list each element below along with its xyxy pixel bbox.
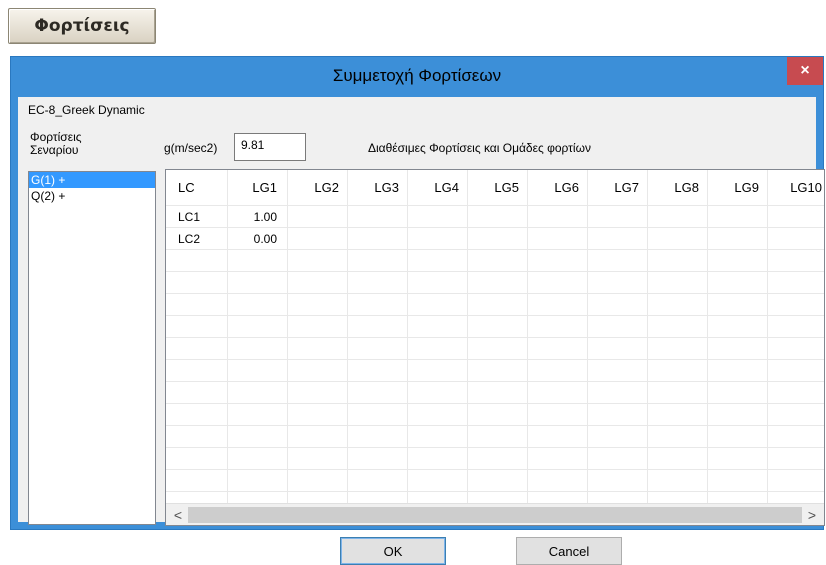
empty-grid-row [166, 404, 824, 426]
empty-grid-row [166, 448, 824, 470]
dialog-client-area: EC-8_Greek Dynamic Φορτίσεις Σεναρίου g(… [18, 97, 825, 565]
table-cell[interactable] [468, 206, 528, 227]
grid-line [587, 250, 588, 504]
table-cell[interactable]: LC2 [166, 228, 228, 249]
scenario-loads-label: Φορτίσεις Σεναρίου [30, 130, 82, 157]
table-cell[interactable] [588, 206, 648, 227]
grid-line [707, 250, 708, 504]
column-header-lg7[interactable]: LG7 [588, 170, 648, 205]
table-row[interactable]: LC2 0.00 [166, 228, 824, 250]
column-header-lg4[interactable]: LG4 [408, 170, 468, 205]
table-cell[interactable] [648, 228, 708, 249]
loads-button[interactable]: Φορτίσεις [8, 8, 156, 44]
table-cell[interactable] [768, 228, 824, 249]
table-cell[interactable] [348, 206, 408, 227]
empty-grid-row [166, 360, 824, 382]
scenario-loads-list[interactable]: G(1) + Q(2) + [28, 171, 156, 525]
grid-line [347, 250, 348, 504]
empty-grid-row [166, 272, 824, 294]
table-row[interactable]: LC1 1.00 [166, 206, 824, 228]
column-header-lg6[interactable]: LG6 [528, 170, 588, 205]
column-header-lc[interactable]: LC [166, 170, 228, 205]
list-item[interactable]: G(1) + [29, 172, 155, 188]
close-icon: × [800, 62, 810, 79]
table-cell[interactable] [648, 206, 708, 227]
table-cell[interactable] [408, 206, 468, 227]
empty-grid-row [166, 426, 824, 448]
grid-line [527, 250, 528, 504]
load-groups-grid[interactable]: LC LG1 LG2 LG3 LG4 LG5 LG6 LG7 LG8 LG9 L… [165, 169, 825, 526]
empty-grid-row [166, 250, 824, 272]
empty-grid-row [166, 294, 824, 316]
table-cell[interactable] [408, 228, 468, 249]
column-header-lg5[interactable]: LG5 [468, 170, 528, 205]
table-cell[interactable] [348, 228, 408, 249]
column-header-lg10[interactable]: LG10 [768, 170, 824, 205]
empty-grid-row [166, 316, 824, 338]
scenario-name: EC-8_Greek Dynamic [28, 103, 145, 117]
table-cell[interactable] [588, 228, 648, 249]
available-loads-label: Διαθέσιμες Φορτίσεις και Ομάδες φορτίων [368, 141, 591, 155]
list-item[interactable]: Q(2) + [29, 188, 155, 204]
column-header-lg9[interactable]: LG9 [708, 170, 768, 205]
table-cell[interactable] [708, 228, 768, 249]
scroll-right-icon[interactable]: > [802, 504, 822, 525]
close-button[interactable]: × [787, 57, 823, 85]
grid-line [407, 250, 408, 504]
grid-line [287, 250, 288, 504]
scroll-left-icon[interactable]: < [168, 504, 188, 525]
horizontal-scrollbar[interactable]: < > [166, 503, 824, 525]
table-cell[interactable] [528, 228, 588, 249]
grid-line [767, 250, 768, 504]
table-cell[interactable]: 0.00 [228, 228, 288, 249]
column-header-lg8[interactable]: LG8 [648, 170, 708, 205]
table-cell[interactable] [468, 228, 528, 249]
table-cell[interactable] [288, 206, 348, 227]
table-cell[interactable] [768, 206, 824, 227]
table-cell[interactable]: 1.00 [228, 206, 288, 227]
empty-grid-row [166, 338, 824, 360]
table-cell[interactable] [528, 206, 588, 227]
empty-grid-row [166, 470, 824, 492]
grid-line [227, 250, 228, 504]
ok-button[interactable]: OK [340, 537, 446, 565]
column-header-lg2[interactable]: LG2 [288, 170, 348, 205]
grid-line [467, 250, 468, 504]
gravity-label: g(m/sec2) [164, 141, 218, 155]
table-cell[interactable] [288, 228, 348, 249]
column-header-lg1[interactable]: LG1 [228, 170, 288, 205]
load-participation-dialog: Συμμετοχή Φορτίσεων × EC-8_Greek Dynamic… [10, 56, 825, 565]
column-header-lg3[interactable]: LG3 [348, 170, 408, 205]
cancel-button[interactable]: Cancel [516, 537, 622, 565]
grid-line [647, 250, 648, 504]
table-cell[interactable]: LC1 [166, 206, 228, 227]
empty-grid-row [166, 382, 824, 404]
dialog-title: Συμμετοχή Φορτίσεων [332, 66, 502, 85]
table-cell[interactable] [708, 206, 768, 227]
scrollbar-thumb[interactable] [188, 507, 802, 523]
gravity-input[interactable]: 9.81 [234, 133, 306, 161]
grid-header-row: LC LG1 LG2 LG3 LG4 LG5 LG6 LG7 LG8 LG9 L… [166, 170, 824, 206]
